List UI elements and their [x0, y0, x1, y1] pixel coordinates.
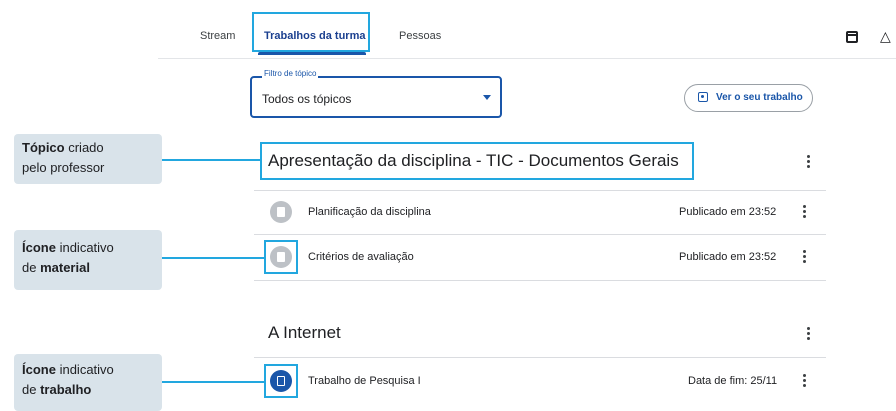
tab-stream[interactable]: Stream	[200, 30, 235, 42]
topic-title: Apresentação da disciplina - TIC - Docum…	[268, 151, 679, 170]
callout-topic-connector	[162, 159, 260, 161]
assignment-title[interactable]: Trabalho de Pesquisa I	[308, 375, 421, 387]
profile-card-icon	[698, 92, 708, 102]
item-divider	[254, 280, 826, 281]
callout-assignment-connector	[162, 381, 264, 383]
callout-material-rest: indicativo	[55, 240, 114, 255]
topic-more-menu-icon[interactable]	[807, 155, 811, 170]
topic-more-menu-icon[interactable]	[807, 327, 811, 342]
topic-filter-value: Todos os tópicos	[262, 92, 352, 106]
assignment-icon	[270, 370, 292, 392]
material-title[interactable]: Critérios de avaliação	[308, 251, 414, 263]
tab-highlight-box	[252, 12, 370, 52]
topic-divider	[254, 190, 826, 191]
callout-topic-bold: Tópico	[22, 140, 65, 155]
material-title[interactable]: Planificação da disciplina	[308, 206, 431, 218]
callout-assignment-rest: indicativo	[55, 362, 114, 377]
active-tab-indicator	[258, 52, 366, 55]
callout-assignment-bold2: trabalho	[40, 382, 92, 397]
due-date: Data de fim: 25/11	[688, 375, 778, 387]
item-more-menu-icon[interactable]	[803, 205, 807, 220]
drive-icon[interactable]: △	[880, 28, 896, 44]
tab-people[interactable]: Pessoas	[399, 30, 441, 42]
item-more-menu-icon[interactable]	[803, 250, 807, 265]
callout-topic-rest: criado	[64, 140, 104, 155]
topic-filter-label: Filtro de tópico	[262, 69, 319, 78]
callout-assignment-prefix: de	[22, 382, 41, 397]
callout-assignment: Ícone indicativo de trabalho	[14, 354, 162, 411]
callout-topic: Tópico criado pelo professor	[14, 134, 162, 184]
item-more-menu-icon[interactable]	[803, 374, 807, 389]
callout-material: Ícone indicativo de material	[14, 230, 162, 290]
material-icon	[270, 246, 292, 268]
item-divider	[254, 234, 826, 235]
view-your-work-label: Ver o seu trabalho	[716, 92, 803, 103]
callout-material-bold: Ícone	[22, 240, 56, 255]
callout-material-prefix: de	[22, 260, 41, 275]
callout-assignment-bold: Ícone	[22, 362, 56, 377]
posted-time: Publicado em 23:52	[679, 251, 777, 263]
callout-material-connector	[162, 257, 264, 259]
topic-title: A Internet	[268, 323, 341, 342]
calendar-icon[interactable]	[846, 31, 858, 43]
topic-divider	[254, 357, 826, 358]
material-icon	[270, 201, 292, 223]
dropdown-caret-icon	[483, 95, 491, 100]
posted-time: Publicado em 23:52	[679, 206, 777, 218]
callout-material-bold2: material	[40, 260, 90, 275]
callout-topic-line2: pelo professor	[22, 160, 105, 175]
